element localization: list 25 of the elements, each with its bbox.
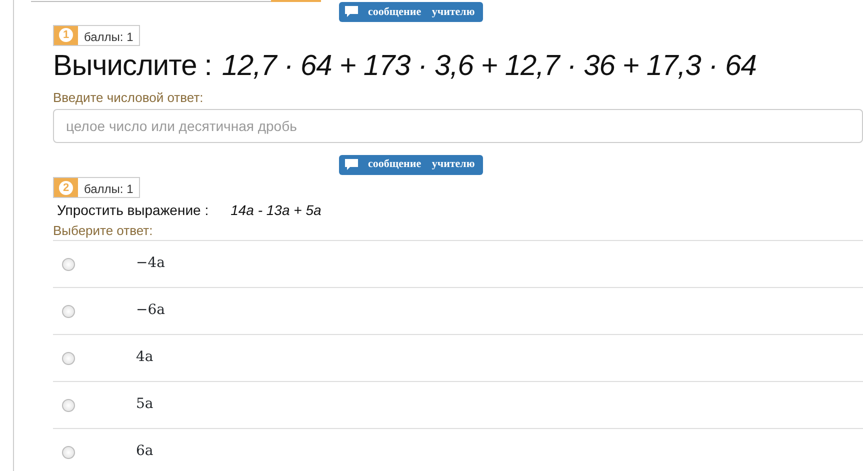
radio-button[interactable] (62, 352, 75, 364)
answer-label: Введите числовой ответ: (53, 89, 204, 107)
option-label: 5a (136, 394, 154, 414)
speech-bubble-icon (345, 6, 358, 18)
option-label: −6a (136, 300, 165, 320)
option-label: 4a (136, 348, 154, 366)
math-expression: 12,7 · 64 + 173 · 3,6 + 12,7 · 36 + 17,3 · 64 (222, 50, 756, 82)
answer-field[interactable]: целое число или десятичная дробь (53, 108, 863, 142)
math-expression: 14a - 13a + 5a (230, 202, 322, 218)
message-button[interactable]: сообщение учителю (339, 2, 483, 22)
answer-label: Выберите ответ: (53, 222, 154, 240)
option-label: 6a (136, 442, 154, 460)
radio-button[interactable] (62, 304, 75, 318)
radio-button[interactable] (62, 258, 75, 270)
question-number: 1 (59, 28, 73, 42)
question-number: 2 (59, 180, 73, 195)
radio-button[interactable] (62, 446, 75, 458)
option-label: −4a (136, 254, 165, 272)
points-label: баллы: 1 (83, 181, 134, 198)
question-prompt: Вычислите : (53, 50, 212, 82)
points-label: баллы: 1 (83, 28, 134, 45)
radio-button[interactable] (62, 398, 75, 412)
question-prompt: Упростить выражение : (57, 202, 209, 218)
message-button[interactable]: сообщение учителю (339, 154, 483, 174)
speech-bubble-icon (345, 158, 358, 170)
